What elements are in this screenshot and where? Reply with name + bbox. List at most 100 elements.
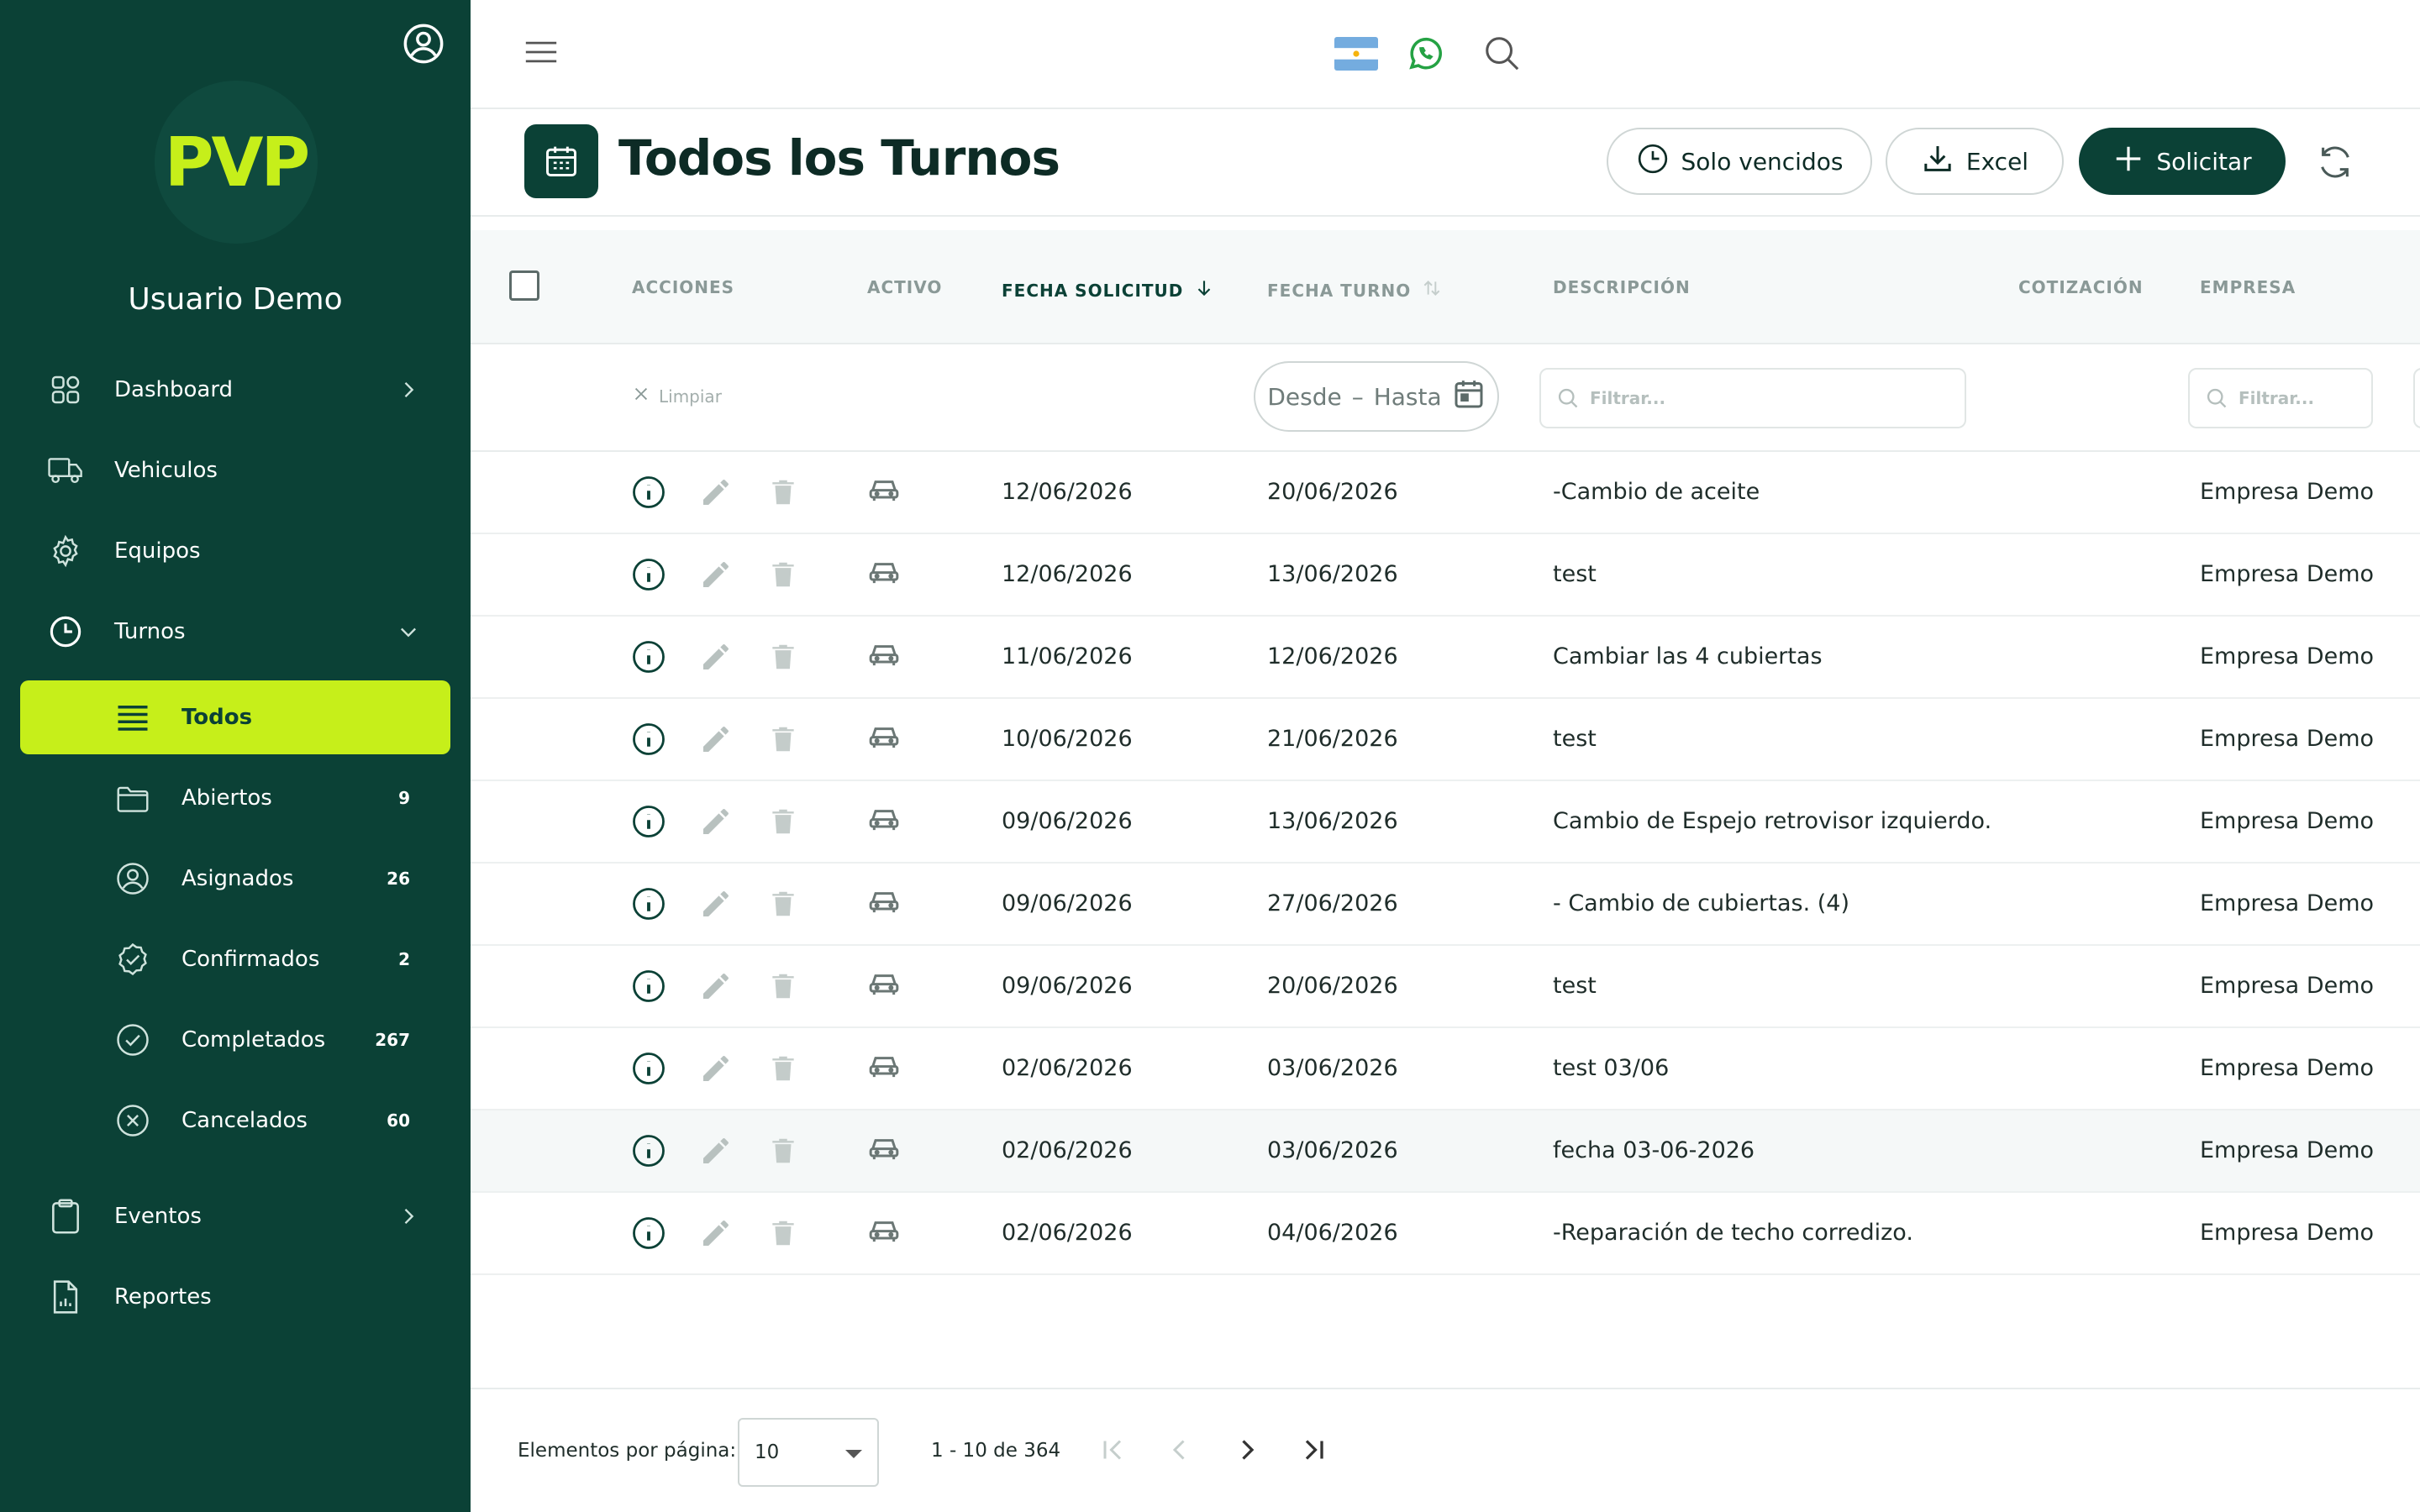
column-header-descripcion: DESCRIPCIÓN bbox=[1553, 277, 1691, 297]
trash-icon[interactable] bbox=[765, 556, 802, 593]
edit-icon[interactable] bbox=[697, 885, 734, 922]
column-header-activo: ACTIVO bbox=[867, 277, 942, 297]
info-icon[interactable] bbox=[630, 803, 667, 840]
edit-icon[interactable] bbox=[697, 1132, 734, 1169]
sidebar-item-equipos[interactable]: Equipos bbox=[20, 514, 450, 588]
sidebar-item-vehiculos[interactable]: Vehiculos bbox=[20, 433, 450, 507]
column-header-fecha-solicitud[interactable]: FECHA SOLICITUD bbox=[1002, 277, 1215, 303]
edit-icon[interactable] bbox=[697, 638, 734, 675]
cell-fecha-solicitud: 09/06/2026 bbox=[1002, 890, 1133, 916]
descripcion-filter[interactable] bbox=[1539, 368, 1966, 428]
search-icon[interactable] bbox=[1482, 34, 1523, 74]
solo-vencidos-label: Solo vencidos bbox=[1681, 147, 1844, 176]
table-row[interactable]: 09/06/2026 13/06/2026 Cambio de Espejo ret… bbox=[471, 781, 2420, 864]
argentina-flag-icon[interactable] bbox=[1334, 37, 1378, 71]
user-name: Usuario Demo bbox=[128, 282, 343, 317]
page-size-select[interactable]: 10 bbox=[738, 1418, 879, 1487]
sidebar-subitem-completados[interactable]: Completados 267 bbox=[20, 1003, 450, 1077]
table-row[interactable]: 09/06/2026 27/06/2026 - Cambio de cubierta… bbox=[471, 864, 2420, 946]
sidebar-subitem-asignados[interactable]: Asignados 26 bbox=[20, 842, 450, 916]
sidebar-item-label: Eventos bbox=[114, 1204, 202, 1229]
info-icon[interactable] bbox=[630, 1050, 667, 1087]
excel-export-button[interactable]: Excel bbox=[1886, 128, 2064, 195]
trash-icon[interactable] bbox=[765, 1132, 802, 1169]
cell-fecha-turno: 12/06/2026 bbox=[1267, 643, 1398, 669]
sidebar-subitem-todos[interactable]: Todos bbox=[20, 680, 450, 754]
sidebar-item-label: Equipos bbox=[114, 538, 201, 564]
page-size-value: 10 bbox=[755, 1441, 780, 1463]
hamburger-menu-icon[interactable] bbox=[523, 35, 563, 72]
descripcion-filter-input[interactable] bbox=[1590, 388, 1965, 408]
trash-icon[interactable] bbox=[765, 803, 802, 840]
page-title: Todos los Turnos bbox=[618, 129, 1060, 186]
date-from-label: Desde bbox=[1267, 382, 1342, 411]
info-icon[interactable] bbox=[630, 1215, 667, 1252]
edit-icon[interactable] bbox=[697, 556, 734, 593]
info-icon[interactable] bbox=[630, 474, 667, 511]
sidebar-item-label: Todos bbox=[182, 705, 253, 730]
edit-icon[interactable] bbox=[697, 803, 734, 840]
table-row[interactable]: 09/06/2026 20/06/2026 test Empresa Demo bbox=[471, 946, 2420, 1028]
table-row[interactable]: 12/06/2026 13/06/2026 test Empresa Demo bbox=[471, 534, 2420, 617]
whatsapp-icon[interactable] bbox=[1405, 34, 1445, 74]
solicitar-button[interactable]: Solicitar bbox=[2079, 128, 2286, 195]
trash-icon[interactable] bbox=[765, 1215, 802, 1252]
calendar-icon[interactable] bbox=[1452, 377, 1486, 417]
search-icon bbox=[2205, 386, 2230, 412]
sidebar-subitem-cancelados[interactable]: Cancelados 60 bbox=[20, 1084, 450, 1158]
info-icon[interactable] bbox=[630, 1132, 667, 1169]
sidebar-count-badge: 9 bbox=[398, 788, 410, 808]
trash-icon[interactable] bbox=[765, 721, 802, 758]
cell-fecha-solicitud: 02/06/2026 bbox=[1002, 1055, 1133, 1081]
table-row[interactable]: 02/06/2026 03/06/2026 fecha 03-06-2026 Empr… bbox=[471, 1110, 2420, 1193]
sidebar-item-dashboard[interactable]: Dashboard bbox=[20, 353, 450, 427]
trash-icon[interactable] bbox=[765, 638, 802, 675]
sidebar-item-eventos[interactable]: Eventos bbox=[20, 1179, 450, 1253]
last-page-button[interactable] bbox=[1294, 1431, 1334, 1472]
refresh-icon[interactable] bbox=[2316, 143, 2356, 183]
edit-icon[interactable] bbox=[697, 474, 734, 511]
car-icon bbox=[865, 800, 902, 837]
logo-text: PVP bbox=[164, 123, 310, 202]
first-page-button[interactable] bbox=[1092, 1431, 1133, 1472]
info-icon[interactable] bbox=[630, 556, 667, 593]
sidebar-subitem-confirmados[interactable]: Confirmados 2 bbox=[20, 922, 450, 996]
table-row[interactable]: 11/06/2026 12/06/2026 Cambiar las 4 cubier… bbox=[471, 617, 2420, 699]
turnos-table: ACCIONES ACTIVO FECHA SOLICITUD FECHA TU… bbox=[471, 230, 2420, 1389]
account-icon[interactable] bbox=[400, 20, 447, 67]
table-row[interactable]: 02/06/2026 04/06/2026 -Reparación de techo… bbox=[471, 1193, 2420, 1275]
clear-filters-button[interactable]: Limpiar bbox=[632, 385, 722, 407]
edit-icon[interactable] bbox=[697, 968, 734, 1005]
table-row[interactable]: 02/06/2026 03/06/2026 test 03/06 Empresa De… bbox=[471, 1028, 2420, 1110]
trash-icon[interactable] bbox=[765, 968, 802, 1005]
previous-page-button[interactable] bbox=[1160, 1431, 1200, 1472]
trash-icon[interactable] bbox=[765, 885, 802, 922]
trash-icon[interactable] bbox=[765, 1050, 802, 1087]
sidebar-subitem-abiertos[interactable]: Abiertos 9 bbox=[20, 761, 450, 835]
empresa-filter-input[interactable] bbox=[2238, 388, 2371, 408]
table-row[interactable]: 12/06/2026 20/06/2026 -Cambio de aceite Emp… bbox=[471, 452, 2420, 534]
edit-icon[interactable] bbox=[697, 1215, 734, 1252]
chevron-right-icon bbox=[397, 378, 420, 402]
empresa-filter[interactable] bbox=[2188, 368, 2373, 428]
column-header-fecha-turno[interactable]: FECHA TURNO bbox=[1267, 277, 1443, 303]
sort-icon bbox=[1421, 277, 1443, 303]
edit-icon[interactable] bbox=[697, 1050, 734, 1087]
cell-descripcion: -Cambio de aceite bbox=[1553, 479, 1760, 505]
select-all-checkbox[interactable] bbox=[509, 270, 539, 301]
sidebar-item-reportes[interactable]: Reportes bbox=[20, 1260, 450, 1334]
date-range-filter[interactable]: Desde – Hasta bbox=[1254, 361, 1499, 432]
trash-icon[interactable] bbox=[765, 474, 802, 511]
edit-icon[interactable] bbox=[697, 721, 734, 758]
next-page-button[interactable] bbox=[1227, 1431, 1267, 1472]
gear-icon bbox=[47, 533, 84, 570]
solo-vencidos-button[interactable]: Solo vencidos bbox=[1607, 128, 1872, 195]
info-icon[interactable] bbox=[630, 885, 667, 922]
next-column-filter[interactable] bbox=[2413, 368, 2420, 428]
info-icon[interactable] bbox=[630, 638, 667, 675]
info-icon[interactable] bbox=[630, 721, 667, 758]
sidebar-item-turnos[interactable]: Turnos bbox=[20, 595, 450, 669]
info-icon[interactable] bbox=[630, 968, 667, 1005]
car-icon bbox=[865, 1211, 902, 1248]
table-row[interactable]: 10/06/2026 21/06/2026 test Empresa Demo bbox=[471, 699, 2420, 781]
